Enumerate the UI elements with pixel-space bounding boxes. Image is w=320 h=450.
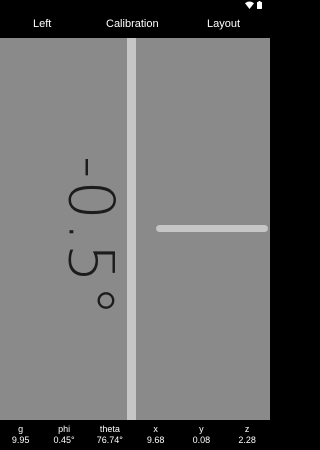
stat-x: x 9.68 — [133, 420, 179, 450]
stat-theta-label: theta — [99, 424, 120, 434]
battery-icon — [257, 1, 262, 9]
status-icons — [245, 0, 262, 10]
wifi-icon — [245, 1, 254, 9]
menu-layout-button[interactable]: Layout — [207, 10, 240, 38]
horizontal-level-indicator — [156, 225, 268, 232]
menu-left-button[interactable]: Left — [33, 10, 51, 38]
stat-theta: theta 76.74° — [87, 420, 133, 450]
stat-y-label: y — [199, 424, 204, 434]
screen: Left Calibration Layout -0.5° g 9.95 phi… — [0, 0, 270, 450]
stat-y-value: 0.08 — [192, 435, 211, 445]
top-menu-bar: Left Calibration Layout — [0, 10, 270, 38]
stat-x-value: 9.68 — [146, 435, 165, 445]
stat-phi: phi 0.45° — [41, 420, 87, 450]
sensor-stats-bar: g 9.95 phi 0.45° theta 76.74° x 9.68 y 0… — [0, 420, 270, 450]
stat-g-label: g — [18, 424, 24, 434]
level-gauge: -0.5° — [0, 38, 270, 420]
stat-z-value: 2.28 — [238, 435, 256, 445]
stat-phi-label: phi — [58, 424, 71, 434]
stat-z: z 2.28 — [224, 420, 270, 450]
menu-calibration-button[interactable]: Calibration — [106, 10, 159, 38]
stat-y: y 0.08 — [178, 420, 224, 450]
stat-theta-value: 76.74° — [96, 435, 123, 445]
vertical-reference-line — [127, 38, 136, 420]
angle-readout: -0.5° — [54, 156, 128, 318]
status-bar — [0, 0, 270, 10]
stat-x-label: x — [153, 424, 158, 434]
stat-g-value: 9.95 — [11, 435, 30, 445]
stat-z-label: z — [244, 424, 250, 434]
stat-phi-value: 0.45° — [53, 435, 75, 445]
stat-g: g 9.95 — [0, 420, 41, 450]
